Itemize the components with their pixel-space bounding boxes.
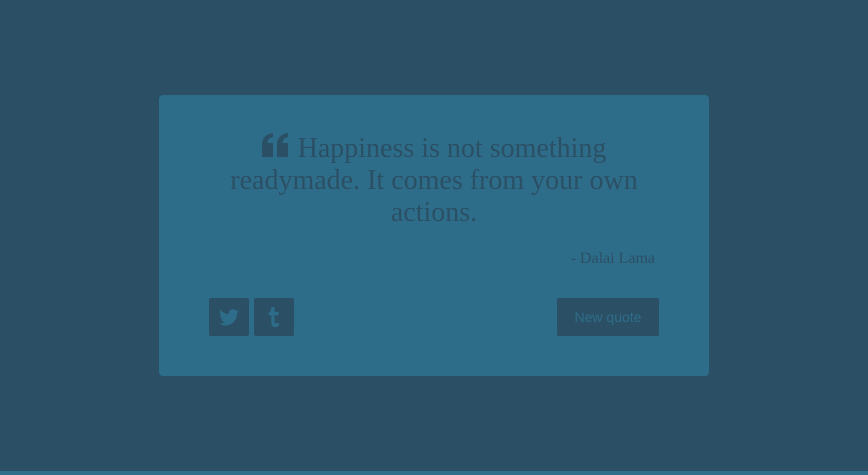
tumblr-icon: [268, 307, 280, 327]
quote-text: Happiness is not something readymade. It…: [230, 133, 638, 228]
bottom-border: [0, 471, 868, 475]
tumblr-button[interactable]: [254, 298, 294, 336]
quote-author: - Dalai Lama: [570, 250, 655, 267]
new-quote-button[interactable]: New quote: [557, 298, 659, 336]
quote-left-icon: [261, 133, 290, 157]
quote-text-block: Happiness is not something readymade. It…: [209, 133, 659, 229]
tweet-button[interactable]: [209, 298, 249, 336]
twitter-icon: [219, 308, 239, 326]
quote-box: Happiness is not something readymade. It…: [159, 95, 709, 376]
